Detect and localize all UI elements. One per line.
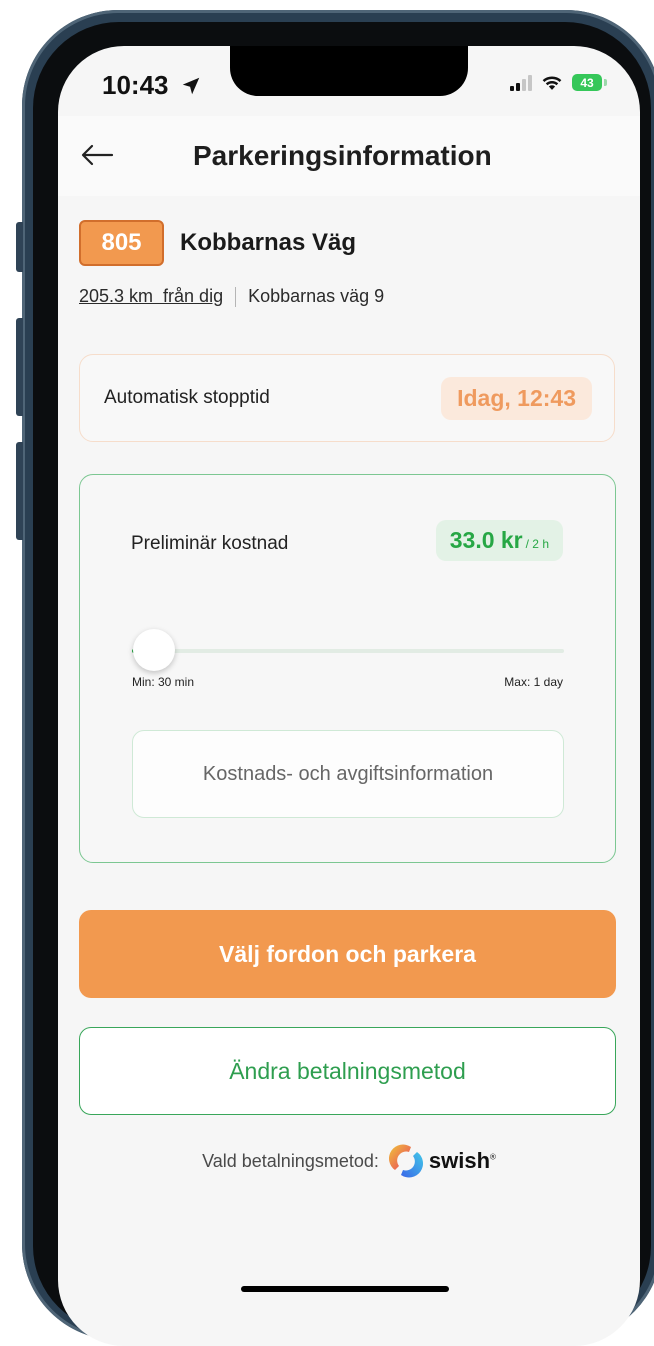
- cost-amount: 33.0 kr: [449, 527, 523, 553]
- divider: [235, 286, 237, 307]
- swish-logo-icon: [388, 1144, 423, 1178]
- app-screen: 10:43 43 Parkeringsinformation 805 Kobba…: [58, 46, 640, 1346]
- cost-unit: / 2 h: [525, 537, 549, 551]
- cellular-signal-icon: [510, 74, 532, 91]
- payment-method-row: Vald betalningsmetod: swish®: [58, 1144, 640, 1178]
- volume-down-button: [16, 442, 23, 540]
- distance-row: 205.3 km från dig Kobbarnas väg 9: [79, 286, 384, 307]
- swish-wordmark: swish®: [429, 1148, 496, 1174]
- distance-link[interactable]: 205.3 km från dig: [79, 286, 223, 307]
- status-time: 10:43: [102, 70, 202, 101]
- cost-card: Preliminär kostnad 33.0 kr / 2 h Min: 30…: [79, 474, 616, 863]
- battery-level: 43: [580, 75, 594, 90]
- notch: [230, 46, 468, 96]
- cost-label: Preliminär kostnad: [131, 533, 289, 554]
- auto-stop-time-badge: Idag, 12:43: [441, 377, 592, 420]
- duration-slider[interactable]: [132, 629, 564, 671]
- wifi-icon: [542, 76, 562, 90]
- battery-indicator: 43: [572, 74, 607, 91]
- page-title: Parkeringsinformation: [193, 140, 492, 171]
- select-vehicle-park-button[interactable]: Välj fordon och parkera: [79, 910, 616, 998]
- app-header: Parkeringsinformation: [58, 116, 640, 196]
- zone-address: Kobbarnas väg 9: [248, 286, 385, 306]
- slider-max-label: Max: 1 day: [504, 675, 563, 689]
- fee-info-button[interactable]: Kostnads- och avgiftsinformation: [132, 730, 564, 818]
- status-icons: 43: [510, 74, 607, 91]
- slider-min-label: Min: 30 min: [132, 675, 195, 689]
- home-indicator[interactable]: [241, 1286, 449, 1292]
- zone-code-badge: 805: [79, 220, 164, 266]
- change-payment-method-button[interactable]: Ändra betalningsmetod: [79, 1027, 616, 1115]
- cost-badge: 33.0 kr / 2 h: [435, 520, 563, 561]
- status-time-text: 10:43: [102, 70, 169, 100]
- auto-stop-card: Automatisk stopptid Idag, 12:43: [79, 354, 615, 442]
- zone-row: 805 Kobbarnas Väg: [79, 220, 356, 266]
- payment-method-label: Vald betalningsmetod:: [202, 1150, 379, 1171]
- auto-stop-label: Automatisk stopptid: [104, 387, 270, 408]
- registered-mark: ®: [490, 1152, 496, 1162]
- volume-up-button: [16, 318, 23, 416]
- zone-street-name: Kobbarnas Väg: [180, 229, 357, 256]
- slider-thumb[interactable]: [133, 629, 175, 671]
- back-arrow-icon[interactable]: [80, 144, 114, 166]
- mute-switch: [16, 222, 23, 272]
- location-arrow-icon: [182, 77, 199, 95]
- payment-provider-name: swish: [428, 1148, 491, 1173]
